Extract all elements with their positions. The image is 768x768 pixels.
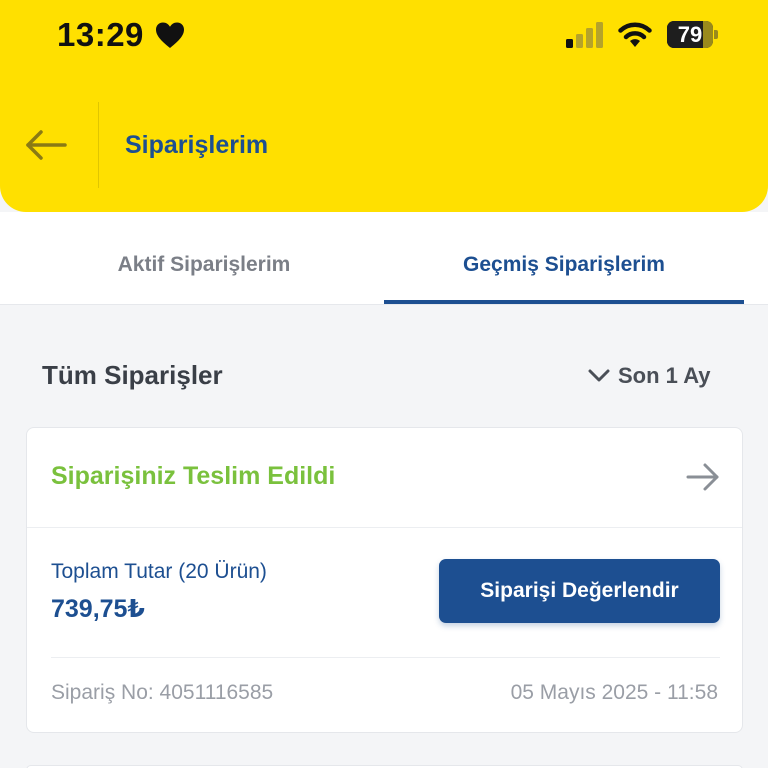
total-label: Toplam Tutar (20 Ürün) xyxy=(51,560,267,583)
chevron-down-icon xyxy=(588,369,610,382)
tab-active-orders[interactable]: Aktif Siparişlerim xyxy=(24,212,384,305)
app-header: 13:29 79 Siparişlerim xyxy=(0,0,768,212)
order-card[interactable]: Siparişiniz Teslim Edildi Toplam Tutar (… xyxy=(26,427,743,733)
arrow-left-icon xyxy=(26,130,67,160)
page-title: Siparişlerim xyxy=(125,131,269,159)
order-number: Sipariş No: 4051116585 xyxy=(51,681,274,704)
card-divider xyxy=(27,527,742,528)
rate-order-button[interactable]: Siparişi Değerlendir xyxy=(439,559,720,623)
date-filter-dropdown[interactable]: Son 1 Ay xyxy=(588,362,711,390)
heart-icon xyxy=(156,22,184,48)
header-divider xyxy=(98,102,99,188)
date-filter-label: Son 1 Ay xyxy=(618,363,711,388)
active-tab-indicator xyxy=(384,300,744,304)
order-date: 05 Mayıs 2025 - 11:58 xyxy=(510,681,718,704)
battery-indicator: 79 xyxy=(667,21,719,48)
battery-percentage: 79 xyxy=(677,22,703,47)
arrow-right-icon[interactable] xyxy=(685,461,721,493)
status-time: 13:29 xyxy=(57,16,144,53)
card-divider xyxy=(51,657,720,658)
section-title: Tüm Siparişler xyxy=(42,360,223,390)
order-status: Siparişiniz Teslim Edildi xyxy=(51,462,336,490)
total-value: 739,75₺ xyxy=(51,595,145,623)
wifi-icon xyxy=(618,22,652,47)
tab-past-orders[interactable]: Geçmiş Siparişlerim xyxy=(384,212,744,305)
order-tabs: Aktif Siparişlerim Geçmiş Siparişlerim xyxy=(0,212,768,305)
cellular-signal-icon xyxy=(566,22,603,48)
back-button[interactable] xyxy=(22,122,70,168)
